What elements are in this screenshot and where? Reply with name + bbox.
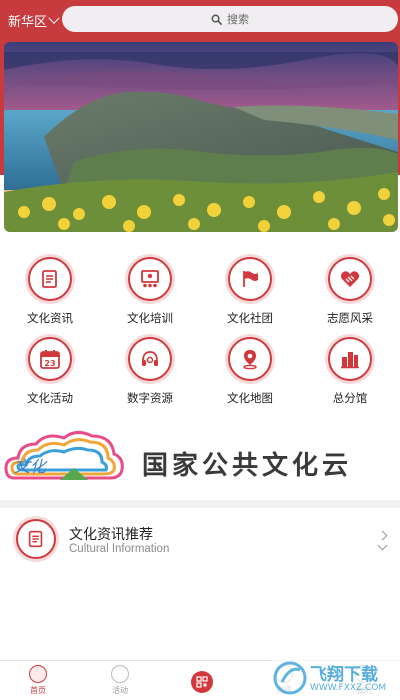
tab-scan[interactable] <box>172 665 232 693</box>
tab-label: 首页 <box>30 686 46 695</box>
grid-label: 文化资讯 <box>27 311 73 325</box>
grid-label: 志愿风采 <box>327 311 373 325</box>
activity-icon <box>111 665 129 683</box>
tab-activity[interactable]: 活动 <box>90 665 150 696</box>
grid-item-culture-news[interactable]: 文化资讯 <box>0 250 100 326</box>
search-input[interactable]: 搜索 <box>62 6 398 32</box>
recommend-badge <box>16 519 56 559</box>
region-label: 新华区 <box>8 15 48 30</box>
watermark-brand: 飞翔下载 <box>310 665 378 685</box>
chevron-down-icon[interactable] <box>377 540 388 551</box>
recommend-subtitle: Cultural Information <box>69 543 170 555</box>
culture-news-badge <box>28 257 72 301</box>
tab-home[interactable]: 首页 <box>8 665 68 696</box>
map-pin-icon <box>243 350 257 370</box>
grid-label: 文化地图 <box>227 391 273 405</box>
training-icon <box>141 270 159 288</box>
grid-item-culture-clubs[interactable]: 文化社团 <box>200 250 300 326</box>
culture-training-badge <box>128 257 172 301</box>
recommend-title: 文化资讯推荐 <box>69 527 153 543</box>
document-icon <box>28 530 43 548</box>
tab-label: 活动 <box>112 686 128 695</box>
svg-text:文化: 文化 <box>14 457 48 476</box>
document-icon <box>42 270 57 288</box>
grid-label: 文化培训 <box>127 311 173 325</box>
culture-clubs-badge <box>228 257 272 301</box>
volunteer-badge <box>328 257 372 301</box>
home-icon <box>29 665 47 683</box>
chevron-down-icon <box>48 12 60 24</box>
qr-code-icon <box>191 671 213 693</box>
search-icon <box>211 14 222 25</box>
grid-label: 文化社团 <box>227 311 273 325</box>
calendar-day: 23 <box>44 359 55 368</box>
culture-map-badge <box>228 337 272 381</box>
grid-item-volunteer[interactable]: 志愿风采 <box>300 250 400 326</box>
grid-label: 文化活动 <box>27 391 73 405</box>
chevron-up-icon[interactable] <box>377 530 388 541</box>
banner-carousel[interactable] <box>4 42 398 232</box>
section-divider <box>0 500 400 508</box>
grid-item-culture-events[interactable]: 23 文化活动 <box>0 330 100 406</box>
grid-item-digital-resources[interactable]: 数字资源 <box>100 330 200 406</box>
logo-text: 国家公共文化云 <box>142 451 353 481</box>
culture-events-badge: 23 <box>28 337 72 381</box>
handshake-heart-icon <box>341 271 359 287</box>
buildings-icon <box>341 352 359 369</box>
grid-item-culture-training[interactable]: 文化培训 <box>100 250 200 326</box>
grid-item-culture-map[interactable]: 文化地图 <box>200 330 300 406</box>
grid-label: 数字资源 <box>127 391 173 405</box>
banner-image <box>4 42 398 232</box>
calendar-icon: 23 <box>40 350 60 369</box>
digital-resources-badge <box>128 337 172 381</box>
watermark: 飞翔下载 WWW.FXXZ.COM <box>272 656 400 700</box>
search-placeholder: 搜索 <box>227 13 249 26</box>
branch-libraries-badge <box>328 337 372 381</box>
grid-label: 总分馆 <box>332 391 368 405</box>
grid-item-branch-libraries[interactable]: 总分馆 <box>300 330 400 406</box>
recommend-row[interactable]: 文化资讯推荐 Cultural Information <box>0 508 400 574</box>
headset-icon <box>142 351 158 366</box>
cloud-logo-icon: 文化 <box>4 431 124 480</box>
app-screen: 新华区 搜索 文化资讯 文化培训 文化社团 志愿风采 23 文化活动 数字资源 … <box>0 0 400 700</box>
flag-icon <box>243 271 258 287</box>
watermark-url: WWW.FXXZ.COM <box>310 683 387 693</box>
region-selector[interactable]: 新华区 <box>8 11 60 30</box>
